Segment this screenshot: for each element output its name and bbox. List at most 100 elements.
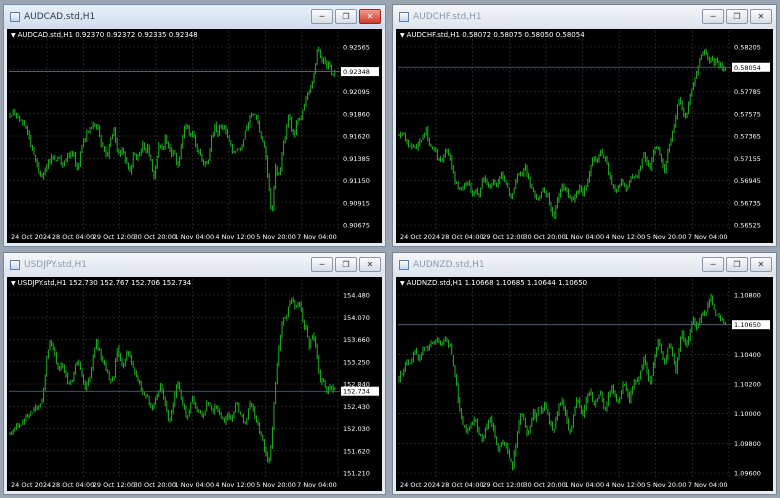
price-tick-label: 0.91860 <box>343 110 370 118</box>
close-button[interactable]: ✕ <box>359 257 381 272</box>
chart-plot[interactable]: 0.582050.579950.577850.575750.573650.571… <box>396 29 773 243</box>
date-tick-label: 29 Oct 12:00 <box>93 233 135 241</box>
chart-window-audchf[interactable]: AUDCHF.std,H1 ─ ❐ ✕ 0.582050.579950.5778… <box>392 4 777 247</box>
minimize-button[interactable]: ─ <box>311 257 333 272</box>
restore-button[interactable]: ❐ <box>726 9 748 24</box>
price-tick-label: 151.620 <box>343 447 370 455</box>
date-tick-label: 4 Nov 12:00 <box>215 233 255 241</box>
close-icon: ✕ <box>757 12 765 21</box>
date-tick-label: 24 Oct 2024 <box>400 481 440 489</box>
price-tick-label: 1.10800 <box>734 292 761 300</box>
ohlc-text: USDJPY.std,H1 152.730 152.767 152.706 15… <box>17 279 192 287</box>
date-tick-label: 24 Oct 2024 <box>400 233 440 241</box>
date-tick-label: 29 Oct 12:00 <box>482 481 524 489</box>
price-tick-label: 1.10200 <box>734 381 761 389</box>
collapse-triangle-icon[interactable]: ▼ <box>11 280 16 287</box>
ohlc-text: AUDNZD.std,H1 1.10668 1.10685 1.10644 1.… <box>406 279 588 287</box>
date-tick-label: 5 Nov 20:00 <box>647 233 687 241</box>
price-tick-label: 153.660 <box>343 336 370 344</box>
price-tick-label: 0.57785 <box>734 88 761 96</box>
price-tick-label: 1.10000 <box>734 410 761 418</box>
minimize-icon: ─ <box>319 260 325 269</box>
date-tick-label: 4 Nov 12:00 <box>606 233 646 241</box>
date-tick-label: 1 Nov 04:00 <box>175 481 215 489</box>
candles <box>398 48 726 220</box>
close-button[interactable]: ✕ <box>750 9 772 24</box>
chart-info-line: ▼ AUDNZD.std,H1 1.10668 1.10685 1.10644 1… <box>400 279 587 287</box>
price-tick-label: 0.57575 <box>734 110 761 118</box>
date-tick-label: 30 Oct 20:00 <box>134 233 176 241</box>
price-tick-label: 0.92565 <box>343 44 370 52</box>
price-tick-label: 152.030 <box>343 425 370 433</box>
ohlc-text: AUDCAD.std,H1 0.92370 0.92372 0.92335 0.… <box>17 31 198 39</box>
chart-plot[interactable]: 1.108001.106001.104001.102001.100001.098… <box>396 277 773 491</box>
price-tick-label: 0.91385 <box>343 155 370 163</box>
window-titlebar[interactable]: AUDNZD.std,H1 ─ ❐ ✕ <box>393 253 776 277</box>
minimize-button[interactable]: ─ <box>702 257 724 272</box>
chart-window-icon <box>10 260 20 270</box>
window-title: AUDCAD.std,H1 <box>24 12 96 22</box>
collapse-triangle-icon[interactable]: ▼ <box>11 32 16 39</box>
chart-plot[interactable]: 0.925650.923300.920950.918600.916200.913… <box>7 29 382 243</box>
date-tick-label: 30 Oct 20:00 <box>523 481 565 489</box>
restore-icon: ❐ <box>733 260 741 269</box>
minimize-button[interactable]: ─ <box>311 9 333 24</box>
date-tick-label: 7 Nov 04:00 <box>688 233 728 241</box>
minimize-icon: ─ <box>319 12 325 21</box>
date-tick-label: 29 Oct 12:00 <box>482 233 524 241</box>
minimize-button[interactable]: ─ <box>702 9 724 24</box>
close-button[interactable]: ✕ <box>750 257 772 272</box>
price-chart[interactable]: 0.925650.923300.920950.918600.916200.913… <box>7 29 382 243</box>
restore-button[interactable]: ❐ <box>335 9 357 24</box>
bid-price-label: 152.734 <box>343 388 370 396</box>
close-icon: ✕ <box>366 12 374 21</box>
price-tick-label: 0.91150 <box>343 177 370 185</box>
price-tick-label: 152.430 <box>343 403 370 411</box>
date-tick-label: 30 Oct 20:00 <box>134 481 176 489</box>
window-controls: ─ ❐ ✕ <box>311 257 381 272</box>
price-tick-label: 0.90675 <box>343 222 370 230</box>
price-tick-label: 0.57155 <box>734 155 761 163</box>
price-tick-label: 0.56525 <box>734 222 761 230</box>
collapse-triangle-icon[interactable]: ▼ <box>400 280 405 287</box>
window-titlebar[interactable]: AUDCHF.std,H1 ─ ❐ ✕ <box>393 5 776 29</box>
chart-info-line: ▼ AUDCAD.std,H1 0.92370 0.92372 0.92335 0… <box>11 31 198 39</box>
window-titlebar[interactable]: USDJPY.std,H1 ─ ❐ ✕ <box>4 253 385 277</box>
restore-button[interactable]: ❐ <box>335 257 357 272</box>
price-tick-label: 151.210 <box>343 470 370 478</box>
price-tick-label: 1.09600 <box>734 470 761 478</box>
price-tick-label: 0.91620 <box>343 133 370 141</box>
close-icon: ✕ <box>757 260 765 269</box>
window-title: USDJPY.std,H1 <box>24 260 87 270</box>
chart-info-line: ▼ USDJPY.std,H1 152.730 152.767 152.706 1… <box>11 279 191 287</box>
minimize-icon: ─ <box>710 260 716 269</box>
close-button[interactable]: ✕ <box>359 9 381 24</box>
price-chart[interactable]: 154.480 154.070 153.660 153.250 152.840 152.4… <box>7 277 382 491</box>
chart-window-audnzd[interactable]: AUDNZD.std,H1 ─ ❐ ✕ 1.108001.106001.1040… <box>392 252 777 495</box>
date-tick-label: 24 Oct 2024 <box>11 233 51 241</box>
bid-price-label: 1.10650 <box>734 321 761 329</box>
chart-plot[interactable]: 154.480154.070153.660153.250152.840152.4… <box>7 277 382 491</box>
price-chart[interactable]: 1.108001.106001.104001.102001.100001.098… <box>396 277 773 491</box>
date-tick-label: 5 Nov 20:00 <box>256 481 296 489</box>
window-title: AUDCHF.std,H1 <box>413 12 482 22</box>
chart-window-icon <box>10 12 20 22</box>
restore-icon: ❐ <box>342 260 350 269</box>
window-titlebar[interactable]: AUDCAD.std,H1 ─ ❐ ✕ <box>4 5 385 29</box>
close-icon: ✕ <box>366 260 374 269</box>
price-tick-label: 154.480 <box>343 292 370 300</box>
date-tick-label: 30 Oct 20:00 <box>523 233 565 241</box>
window-controls: ─ ❐ ✕ <box>702 257 772 272</box>
restore-icon: ❐ <box>342 12 350 21</box>
window-controls: ─ ❐ ✕ <box>702 9 772 24</box>
date-tick-label: 1 Nov 04:00 <box>175 233 215 241</box>
collapse-triangle-icon[interactable]: ▼ <box>400 32 405 39</box>
price-chart[interactable]: 0.582050.579950.577850.575750.573650.571… <box>396 29 773 243</box>
date-tick-label: 28 Oct 04:00 <box>441 233 483 241</box>
price-tick-label: 153.250 <box>343 358 370 366</box>
chart-window-usdjpy[interactable]: USDJPY.std,H1 ─ ❐ ✕ 154.480 154.070 153.66… <box>3 252 386 495</box>
chart-window-audcad[interactable]: AUDCAD.std,H1 ─ ❐ ✕ 0.925650.923300.9209… <box>3 4 386 247</box>
candles <box>398 293 726 471</box>
date-tick-label: 24 Oct 2024 <box>11 481 51 489</box>
restore-button[interactable]: ❐ <box>726 257 748 272</box>
